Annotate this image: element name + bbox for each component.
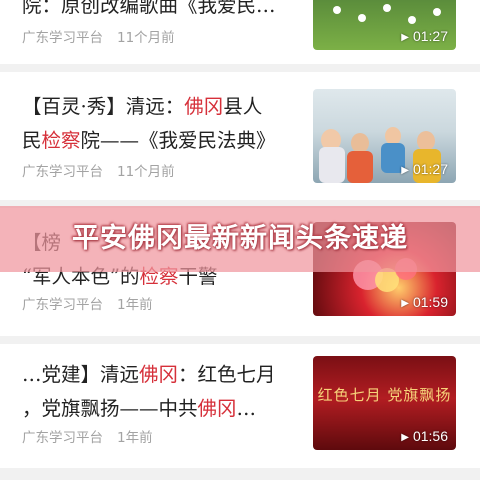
source-label: 广东学习平台 <box>22 30 103 46</box>
time-label: 11个月前 <box>117 30 175 46</box>
play-icon: ▶ <box>401 165 409 176</box>
play-icon: ▶ <box>401 32 409 43</box>
headline[interactable]: 【百灵·秀】清远：佛冈县人 民检察院——《我爱民法典》 <box>22 90 297 158</box>
video-thumbnail[interactable]: ▶ 01:27 <box>313 0 456 50</box>
video-thumbnail[interactable]: 红色七月 党旗飘扬 ▶ 01:56 <box>313 356 456 450</box>
headline[interactable]: 院：原创改编歌曲《我爱民… <box>22 0 297 23</box>
time-label: 1年前 <box>117 430 153 446</box>
time-label: 1年前 <box>117 297 153 313</box>
play-icon: ▶ <box>401 432 409 443</box>
article-meta: 广东学习平台 11个月前 <box>22 26 175 46</box>
source-label: 广东学习平台 <box>22 164 103 180</box>
source-label: 广东学习平台 <box>22 430 103 446</box>
video-duration: ▶ 01:59 <box>401 294 448 310</box>
video-thumbnail[interactable]: ▶ 01:27 <box>313 89 456 183</box>
video-duration: ▶ 01:27 <box>401 161 448 177</box>
article-meta: 广东学习平台 1年前 <box>22 293 153 313</box>
play-icon: ▶ <box>401 298 409 309</box>
video-duration: ▶ 01:27 <box>401 28 448 44</box>
news-card-4[interactable]: …党建】清远佛冈：红色七月 ，党旗飘扬——中共佛冈… 广东学习平台 1年前 红色七… <box>0 344 480 468</box>
headline[interactable]: …党建】清远佛冈：红色七月 ，党旗飘扬——中共佛冈… <box>22 358 297 426</box>
banner-title: 平安佛冈最新新闻头条速递 <box>72 223 408 254</box>
article-meta: 广东学习平台 11个月前 <box>22 160 175 180</box>
source-label: 广东学习平台 <box>22 297 103 313</box>
thumbnail-slogan: 红色七月 党旗飘扬 <box>317 386 452 404</box>
news-card-2[interactable]: 【百灵·秀】清远：佛冈县人 民检察院——《我爱民法典》 广东学习平台 11个月前 … <box>0 72 480 200</box>
time-label: 11个月前 <box>117 164 175 180</box>
article-meta: 广东学习平台 1年前 <box>22 426 153 446</box>
news-card-1[interactable]: 院：原创改编歌曲《我爱民… 广东学习平台 11个月前 ▶ 01:27 <box>0 0 480 64</box>
video-duration: ▶ 01:56 <box>401 428 448 444</box>
